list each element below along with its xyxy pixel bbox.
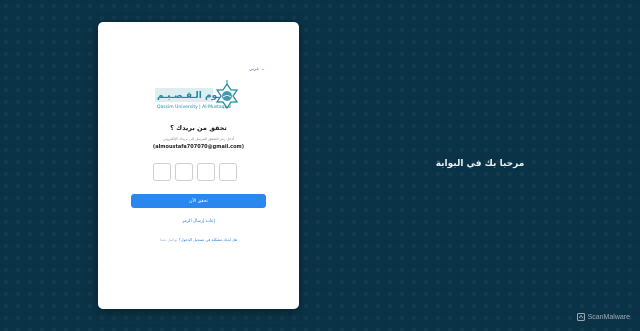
language-switch-label: عربي (249, 67, 260, 72)
chevron-down-icon: ⌄ (261, 67, 265, 72)
watermark-text: ScanMalware (587, 313, 630, 321)
contact-link[interactable]: تواصل معنا (160, 237, 178, 242)
instruction-text: أدخل رمز التحقق المرسل إلى بريدك الإلكتر… (162, 137, 235, 141)
resend-code-link[interactable]: إعادة إرسال الرمز (98, 219, 299, 224)
scanmalware-logo-icon (576, 313, 585, 321)
email-address: (almoustafa707070@gmail.com) (152, 144, 245, 150)
otp-digit-2[interactable] (175, 163, 193, 181)
svg-text:Qassim University | Al-Mustaqb: Qassim University | Al-Mustaqbal (157, 104, 231, 110)
language-switch[interactable]: عربي ⌄ (249, 67, 265, 72)
help-text: هل لديك مشكلة في تسجيل الدخول؟ (178, 237, 238, 242)
help-footer: هل لديك مشكلة في تسجيل الدخول؟ تواصل معن… (98, 237, 299, 242)
welcome-text: مرحبا بك في البوابة (435, 159, 525, 169)
verify-button[interactable]: تحقق الآن (131, 194, 266, 208)
login-card: عربي ⌄ عـلـوم الـقـصـيـم Qassim Universi… (98, 22, 299, 309)
otp-digit-3[interactable] (197, 163, 215, 181)
otp-digit-4[interactable] (219, 163, 237, 181)
otp-digit-1[interactable] (153, 163, 171, 181)
otp-input-group (153, 163, 237, 181)
university-logo: عـلـوم الـقـصـيـم Qassim University | Al… (155, 80, 239, 110)
scanmalware-watermark: ScanMalware (576, 313, 630, 321)
page-title: تحقق من بريدك ؟ (170, 124, 227, 132)
